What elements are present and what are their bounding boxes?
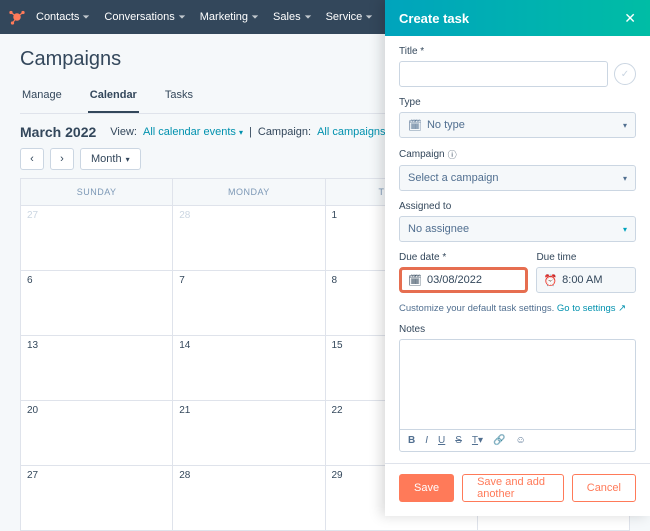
nav-marketing[interactable]: Marketing bbox=[200, 11, 259, 23]
complete-toggle[interactable]: ✓ bbox=[614, 63, 636, 85]
calendar-cell[interactable]: 14 bbox=[172, 335, 324, 400]
nav-contacts[interactable]: Contacts bbox=[36, 11, 90, 23]
due-time-input[interactable]: ⏰ 8:00 AM bbox=[536, 267, 636, 293]
campaign-label: Campaign: bbox=[258, 126, 311, 138]
assigned-label: Assigned to bbox=[399, 201, 636, 212]
calendar-cell[interactable]: 21 bbox=[172, 400, 324, 465]
notes-toolbar: B I U S T▾ 🔗 ☺ bbox=[399, 429, 636, 452]
calendar-cell[interactable]: 20 bbox=[20, 400, 172, 465]
day-header: MONDAY bbox=[172, 179, 324, 205]
strike-button[interactable]: S bbox=[455, 435, 462, 446]
view-label: View: bbox=[110, 126, 137, 138]
campaign-label: Campaign ⓘ bbox=[399, 148, 636, 161]
settings-hint: Customize your default task settings. Go… bbox=[399, 303, 636, 314]
prev-month-button[interactable]: ‹ bbox=[20, 148, 44, 170]
create-task-panel: Create task ✕ Title * ✓ Type 🗓No type ▾ … bbox=[385, 0, 650, 516]
external-link-icon: ↗ bbox=[618, 303, 626, 314]
go-to-settings-link[interactable]: Go to settings ↗ bbox=[557, 303, 626, 314]
hubspot-logo-icon bbox=[8, 8, 26, 26]
month-view-button[interactable]: Month ▾ bbox=[80, 148, 141, 170]
cancel-button[interactable]: Cancel bbox=[572, 474, 636, 502]
calendar-cell[interactable]: 27 bbox=[20, 205, 172, 270]
next-month-button[interactable]: › bbox=[50, 148, 74, 170]
panel-header: Create task ✕ bbox=[385, 0, 650, 36]
month-year-label: March 2022 bbox=[20, 124, 96, 140]
day-header: SUNDAY bbox=[20, 179, 172, 205]
campaign-select[interactable]: Select a campaign▾ bbox=[399, 165, 636, 191]
save-add-another-button[interactable]: Save and add another bbox=[462, 474, 564, 502]
tab-manage[interactable]: Manage bbox=[20, 83, 64, 113]
calendar-cell[interactable]: 13 bbox=[20, 335, 172, 400]
calendar-cell[interactable]: 28 bbox=[172, 205, 324, 270]
chevron-down-icon bbox=[178, 13, 186, 21]
calendar-cell[interactable]: 28 bbox=[172, 465, 324, 530]
calendar-cell[interactable]: 7 bbox=[172, 270, 324, 335]
emoji-button[interactable]: ☺ bbox=[516, 435, 526, 446]
tab-calendar[interactable]: Calendar bbox=[88, 83, 139, 113]
title-label: Title * bbox=[399, 46, 636, 57]
italic-button[interactable]: I bbox=[425, 435, 428, 446]
type-label: Type bbox=[399, 97, 636, 108]
tab-tasks[interactable]: Tasks bbox=[163, 83, 195, 113]
chevron-down-icon bbox=[251, 13, 259, 21]
calendar-cell[interactable]: 6 bbox=[20, 270, 172, 335]
notes-label: Notes bbox=[399, 324, 636, 335]
view-filter[interactable]: All calendar events ▾ bbox=[143, 126, 243, 138]
nav-sales[interactable]: Sales bbox=[273, 11, 312, 23]
underline-button[interactable]: U bbox=[438, 435, 445, 446]
due-date-label: Due date * bbox=[399, 252, 528, 263]
type-select[interactable]: 🗓No type ▾ bbox=[399, 112, 636, 138]
nav-service[interactable]: Service bbox=[326, 11, 374, 23]
chevron-down-icon bbox=[82, 13, 90, 21]
calendar-icon: 🗓 bbox=[408, 274, 422, 287]
notes-textarea[interactable] bbox=[399, 339, 636, 429]
assigned-select[interactable]: No assignee▾ bbox=[399, 216, 636, 242]
chevron-down-icon bbox=[304, 13, 312, 21]
panel-footer: Save Save and add another Cancel bbox=[385, 463, 650, 516]
more-format-button[interactable]: T▾ bbox=[472, 435, 483, 446]
info-icon: ⓘ bbox=[448, 148, 457, 161]
title-input[interactable] bbox=[399, 61, 608, 87]
close-icon[interactable]: ✕ bbox=[624, 10, 636, 27]
bold-button[interactable]: B bbox=[408, 435, 415, 446]
chevron-down-icon bbox=[365, 13, 373, 21]
due-date-input[interactable]: 🗓 03/08/2022 bbox=[399, 267, 528, 293]
save-button[interactable]: Save bbox=[399, 474, 454, 502]
calendar-cell[interactable]: 27 bbox=[20, 465, 172, 530]
nav-conversations[interactable]: Conversations bbox=[104, 11, 185, 23]
panel-title: Create task bbox=[399, 11, 469, 26]
campaign-filter[interactable]: All campaigns ▾ bbox=[317, 126, 393, 138]
clock-icon: ⏰ bbox=[543, 274, 557, 287]
link-button[interactable]: 🔗 bbox=[493, 435, 505, 446]
calendar-icon: 🗓 bbox=[408, 119, 422, 132]
due-time-label: Due time bbox=[536, 252, 636, 263]
